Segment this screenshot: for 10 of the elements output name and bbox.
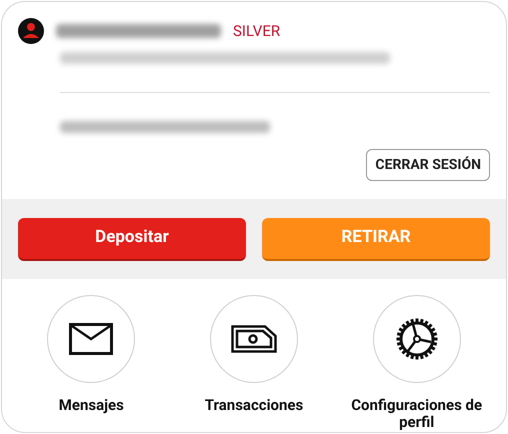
envelope-icon	[69, 323, 114, 355]
shortcut-label: Transacciones	[204, 397, 304, 414]
avatar-icon	[18, 18, 44, 44]
shortcut-label: Mensajes	[58, 397, 124, 414]
logout-button[interactable]: CERRAR SESIÓN	[366, 149, 490, 181]
shortcut-label: Configuraciones de perfil	[350, 397, 484, 431]
tier-label: SILVER	[233, 20, 280, 42]
gear-icon	[394, 317, 439, 361]
banknote-icon	[230, 325, 277, 353]
deposit-button[interactable]: Depositar	[18, 218, 246, 260]
